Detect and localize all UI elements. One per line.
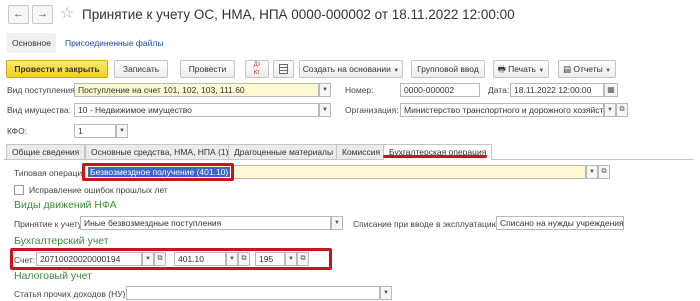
post-and-close-button[interactable]: Провести и закрыть	[6, 60, 108, 78]
correction-label: Исправление ошибок прошлых лет	[29, 185, 168, 195]
writeoff-label: Списание при вводе в эксплуатацию:	[353, 219, 501, 229]
income-field[interactable]	[126, 286, 380, 300]
tab-attached-files[interactable]: Присоединенные файлы	[60, 33, 168, 53]
organization-field[interactable]: Министерство транспортного и дорожного х…	[400, 103, 604, 117]
date-field[interactable]: 18.11.2022 12:00:00	[510, 83, 604, 97]
income-dropdown-icon[interactable]: ▼	[380, 286, 392, 300]
chevron-down-icon: ▼	[605, 68, 612, 74]
arrow-left-icon: ←	[13, 8, 24, 20]
property-type-field[interactable]: 10 - Недвижимое имущество	[74, 103, 319, 117]
highlight-account	[10, 248, 332, 270]
tabs-divider	[4, 159, 694, 160]
dt-kt-button[interactable]: Дт Кт	[245, 60, 269, 78]
accept-dropdown-icon[interactable]: ▼	[331, 216, 343, 230]
tab-main[interactable]: Основное	[7, 33, 56, 53]
nfa-section-title: Виды движений НФА	[14, 199, 117, 211]
table-button[interactable]	[273, 60, 294, 78]
correction-checkbox[interactable]	[14, 185, 24, 195]
tab-fixed-assets[interactable]: Основные средства, НМА, НПА (1)	[85, 144, 235, 159]
writeoff-field[interactable]: Списано на нужды учреждения	[496, 216, 624, 230]
typical-operation-open-icon[interactable]: ⧉	[598, 165, 610, 179]
kfo-field[interactable]: 1	[74, 124, 116, 138]
reports-label: Отчеты	[573, 64, 603, 74]
active-tab-underline	[383, 155, 487, 158]
chevron-down-icon: ▼	[393, 68, 400, 74]
receipt-type-field[interactable]: Поступление на счет 101, 102, 103, 111.6…	[74, 83, 319, 97]
property-type-label: Вид имущества:	[7, 105, 71, 115]
save-button[interactable]: Записать	[114, 60, 168, 78]
report-icon: ▤	[562, 64, 571, 74]
accept-label: Принятие к учету:	[14, 219, 85, 229]
organization-open-icon[interactable]: ⧉	[616, 103, 628, 117]
kfo-label: КФО:	[7, 126, 28, 136]
post-button[interactable]: Провести	[180, 60, 235, 78]
receipt-type-dropdown-icon[interactable]: ▼	[319, 83, 331, 97]
receipt-type-label: Вид поступления:	[7, 85, 78, 95]
table-icon	[279, 64, 288, 74]
tab-commission[interactable]: Комиссия	[336, 144, 387, 159]
date-label: Дата:	[488, 85, 510, 95]
accounting-section-title: Бухгалтерский учет	[14, 235, 109, 247]
chevron-down-icon: ▼	[538, 68, 545, 74]
organization-label: Организация:	[345, 105, 399, 115]
dt-kt-icon: Дт Кт	[253, 62, 261, 76]
group-input-button[interactable]: Групповой ввод	[411, 60, 485, 78]
printer-icon: 🖶	[497, 64, 506, 74]
create-based-on-label: Создать на основании	[302, 64, 391, 74]
highlight-typical-operation	[82, 163, 234, 181]
arrow-right-icon: →	[37, 8, 48, 20]
tax-section-title: Налоговый учет	[14, 270, 92, 282]
reports-button[interactable]: ▤ Отчеты ▼	[558, 60, 616, 78]
tab-precious-materials[interactable]: Драгоценные материалы	[228, 144, 340, 159]
organization-dropdown-icon[interactable]: ▼	[604, 103, 616, 117]
print-label: Печать	[508, 64, 536, 74]
number-label: Номер:	[345, 85, 374, 95]
star-icon[interactable]: ☆	[60, 5, 74, 23]
back-button[interactable]: ←	[8, 5, 29, 24]
kfo-dropdown-icon[interactable]: ▼	[116, 124, 128, 138]
income-label: Статья прочих доходов (НУ):	[14, 289, 128, 299]
typical-operation-label: Типовая операция:	[14, 168, 90, 178]
forward-button[interactable]: →	[32, 5, 53, 24]
calendar-icon[interactable]: ▦	[604, 83, 618, 97]
tab-general[interactable]: Общие сведения	[6, 144, 86, 159]
property-type-dropdown-icon[interactable]: ▼	[319, 103, 331, 117]
typical-operation-dropdown-icon[interactable]: ▼	[586, 165, 598, 179]
number-field[interactable]: 0000-000002	[400, 83, 480, 97]
print-button[interactable]: 🖶 Печать ▼	[493, 60, 549, 78]
accept-field[interactable]: Иные безвозмездные поступления	[80, 216, 331, 230]
create-based-on-button[interactable]: Создать на основании ▼	[299, 60, 403, 78]
page-title: Принятие к учету ОС, НМА, НПА 0000-00000…	[82, 7, 515, 22]
